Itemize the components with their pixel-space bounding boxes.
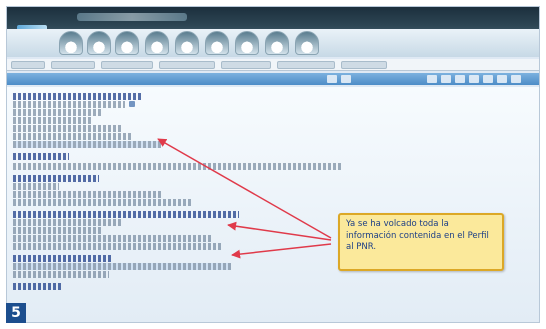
tab[interactable] [341,61,387,69]
text-line-highlighted [13,141,161,148]
tab[interactable] [51,61,95,69]
text-line [13,235,213,242]
text-line [13,191,163,198]
appbar-icon[interactable] [455,75,465,83]
toolbar-icon[interactable] [295,31,319,55]
text-line [13,109,103,116]
toolbar-icon[interactable] [235,31,259,55]
toolbar-icon[interactable] [145,31,169,55]
step-number-badge: 5 [6,303,26,323]
toolbar-icon[interactable] [59,31,83,55]
appbar-icon[interactable] [483,75,493,83]
text-line [13,243,223,250]
pnr-content-area [7,87,539,322]
toolbar-icon[interactable] [175,31,199,55]
text-line [13,271,109,278]
appbar-icon[interactable] [511,75,521,83]
callout-box: Ya se ha volcado toda la información con… [338,213,504,271]
toolbar-icon[interactable] [115,31,139,55]
section-header [13,283,63,290]
section-header [13,93,143,100]
text-line [13,163,343,170]
text-line [13,219,123,226]
text-line [13,227,101,234]
text-line [13,117,93,124]
row-icon[interactable] [129,101,135,107]
appbar-icon[interactable] [469,75,479,83]
text-line [13,199,193,206]
text-line [13,125,123,132]
appbar-icon[interactable] [441,75,451,83]
brand-strip [77,13,187,21]
app-bar [7,73,539,85]
appbar-icon[interactable] [327,75,337,83]
screenshot-frame: Ya se ha volcado toda la información con… [6,6,540,323]
toolbar-icon[interactable] [265,31,289,55]
toolbar-icon[interactable] [87,31,111,55]
section-header [13,175,99,182]
toolbar-icon[interactable] [205,31,229,55]
callout-text: Ya se ha volcado toda la información con… [346,219,489,252]
text-line [13,183,59,190]
text-line [13,133,133,140]
appbar-icon[interactable] [497,75,507,83]
text-line-highlighted [13,263,231,270]
section-header [13,211,239,218]
text-line [13,101,125,108]
tab[interactable] [11,61,45,69]
section-header [13,255,113,262]
appbar-icon[interactable] [341,75,351,83]
appbar-icon[interactable] [427,75,437,83]
tab[interactable] [221,61,271,69]
section-header [13,153,69,160]
icon-toolbar [7,29,539,57]
tab[interactable] [277,61,335,69]
tab-strip [7,59,539,71]
tab[interactable] [159,61,215,69]
tab[interactable] [101,61,153,69]
